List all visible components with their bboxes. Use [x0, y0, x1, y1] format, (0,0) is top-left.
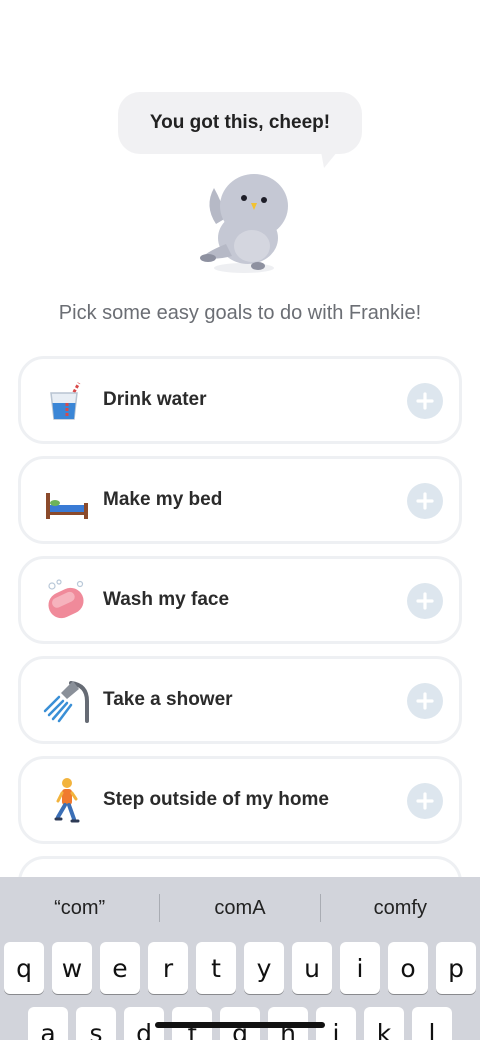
key-l[interactable]: l — [412, 1007, 452, 1040]
key-p[interactable]: p — [436, 942, 476, 994]
goal-list: Drink water Make my bed Wash my face Tak… — [18, 356, 462, 886]
goal-label: Take a shower — [103, 689, 233, 710]
add-goal-button[interactable] — [407, 683, 443, 719]
plus-icon — [416, 592, 434, 610]
key-q[interactable]: q — [4, 942, 44, 994]
plus-icon — [416, 492, 434, 510]
goal-card-step-outside[interactable]: Step outside of my home — [18, 756, 462, 844]
plus-icon — [416, 392, 434, 410]
home-indicator[interactable] — [155, 1022, 325, 1028]
speech-bubble-tail — [320, 146, 342, 168]
key-s[interactable]: s — [76, 1007, 116, 1040]
soap-icon — [43, 577, 91, 625]
suggestion-3[interactable]: comfy — [321, 877, 480, 939]
key-r[interactable]: r — [148, 942, 188, 994]
add-goal-button[interactable] — [407, 783, 443, 819]
goal-label: Make my bed — [103, 489, 223, 510]
suggestion-1[interactable]: “com” — [0, 877, 159, 939]
bird-mascot-icon — [200, 174, 288, 273]
add-goal-button[interactable] — [407, 483, 443, 519]
key-k[interactable]: k — [364, 1007, 404, 1040]
shower-icon — [43, 677, 91, 725]
speech-bubble: You got this, cheep! — [118, 92, 362, 154]
add-goal-button[interactable] — [407, 583, 443, 619]
plus-icon — [416, 792, 434, 810]
goal-card-take-shower[interactable]: Take a shower — [18, 656, 462, 744]
add-goal-button[interactable] — [407, 383, 443, 419]
goal-label: Drink water — [103, 389, 207, 410]
on-screen-keyboard: “com” comA comfy q w e r t y u i o p a s… — [0, 877, 480, 1040]
bed-icon — [43, 477, 91, 525]
key-e[interactable]: e — [100, 942, 140, 994]
page-subtitle: Pick some easy goals to do with Frankie! — [58, 302, 422, 324]
key-u[interactable]: u — [292, 942, 332, 994]
speech-bubble-text: You got this, cheep! — [149, 112, 331, 133]
glass-of-water-icon — [43, 377, 91, 425]
goal-card-make-bed[interactable]: Make my bed — [18, 456, 462, 544]
plus-icon — [416, 692, 434, 710]
suggestion-2[interactable]: comA — [160, 877, 319, 939]
key-w[interactable]: w — [52, 942, 92, 994]
goal-card-drink-water[interactable]: Drink water — [18, 356, 462, 444]
key-a[interactable]: a — [28, 1007, 68, 1040]
goal-label: Step outside of my home — [103, 789, 329, 810]
goal-card-wash-face[interactable]: Wash my face — [18, 556, 462, 644]
key-o[interactable]: o — [388, 942, 428, 994]
suggestion-bar: “com” comA comfy — [0, 877, 480, 939]
key-t[interactable]: t — [196, 942, 236, 994]
person-walking-icon — [43, 777, 91, 825]
goal-label: Wash my face — [103, 589, 230, 610]
key-y[interactable]: y — [244, 942, 284, 994]
key-i[interactable]: i — [340, 942, 380, 994]
